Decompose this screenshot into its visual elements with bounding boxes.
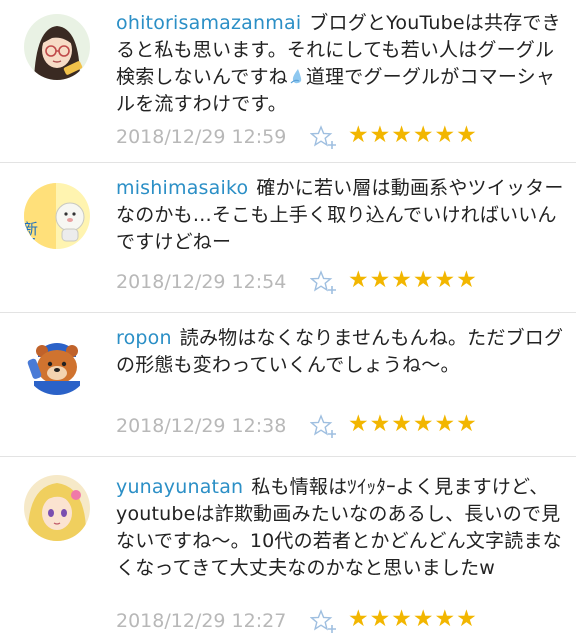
avatar-anime-girl-image [24, 475, 90, 541]
avatar-girl-glasses-image [24, 14, 90, 80]
comment-feed: ohitorisamazanmai ブログとYouTubeは共存できると私も思いま… [0, 0, 576, 640]
avatar-new-winter-image: 新冬 [24, 183, 90, 249]
comment-item: yunayunatan 私も情報はﾂｲｯﾀｰよく見ますけど、youtubeは詐欺動… [0, 457, 576, 640]
star-add-icon[interactable] [309, 124, 340, 152]
avatar-bear-mascot-image [24, 329, 90, 395]
comment-text: ohitorisamazanmai ブログとYouTubeは共存できると私も思いま… [116, 10, 568, 118]
comment-text: ropon 読み物はなくなりませんもんね。ただブログの形態も変わっていくんでしょう… [116, 325, 568, 379]
avatar-label: 新冬 [24, 221, 39, 249]
comment-item: 新冬 mishimasaiko 確かに若い層は動画系やツイッターなのかも…そこも上… [0, 163, 576, 313]
username-link[interactable]: ohitorisamazanmai [116, 12, 301, 34]
avatar[interactable] [24, 14, 90, 80]
comment-item: ohitorisamazanmai ブログとYouTubeは共存できると私も思いま… [0, 0, 576, 163]
timestamp: 2018/12/29 12:27 [116, 610, 287, 632]
star-rating: ★★★★★★ [348, 606, 478, 632]
water-drop-icon [289, 66, 305, 84]
avatar[interactable] [24, 475, 90, 541]
avatar[interactable]: 新冬 [24, 183, 90, 249]
star-rating: ★★★★★★ [348, 122, 478, 148]
comment-meta: 2018/12/29 12:59 ★★★★★★ [116, 122, 556, 154]
comment-text: mishimasaiko 確かに若い層は動画系やツイッターなのかも…そこも上手く取… [116, 175, 568, 256]
timestamp: 2018/12/29 12:54 [116, 271, 287, 293]
star-add-icon[interactable] [309, 608, 340, 636]
star-add-icon[interactable] [309, 413, 340, 441]
star-rating: ★★★★★★ [348, 267, 478, 293]
timestamp: 2018/12/29 12:38 [116, 415, 287, 437]
username-link[interactable]: yunayunatan [116, 476, 243, 498]
comment-body: 読み物はなくなりませんもんね。ただブログの形態も変わっていくんでしょうね〜。 [116, 327, 564, 376]
timestamp: 2018/12/29 12:59 [116, 126, 287, 148]
comment-item: ropon 読み物はなくなりませんもんね。ただブログの形態も変わっていくんでしょう… [0, 313, 576, 457]
username-link[interactable]: mishimasaiko [116, 177, 248, 199]
avatar[interactable] [24, 329, 90, 395]
comment-text: yunayunatan 私も情報はﾂｲｯﾀｰよく見ますけど、youtubeは詐欺動… [116, 474, 568, 582]
star-rating: ★★★★★★ [348, 411, 478, 437]
star-add-icon[interactable] [309, 269, 340, 297]
comment-meta: 2018/12/29 12:54 ★★★★★★ [116, 267, 556, 299]
comment-meta: 2018/12/29 12:38 ★★★★★★ [116, 411, 556, 443]
username-link[interactable]: ropon [116, 327, 172, 349]
comment-meta: 2018/12/29 12:27 ★★★★★★ [116, 606, 556, 638]
